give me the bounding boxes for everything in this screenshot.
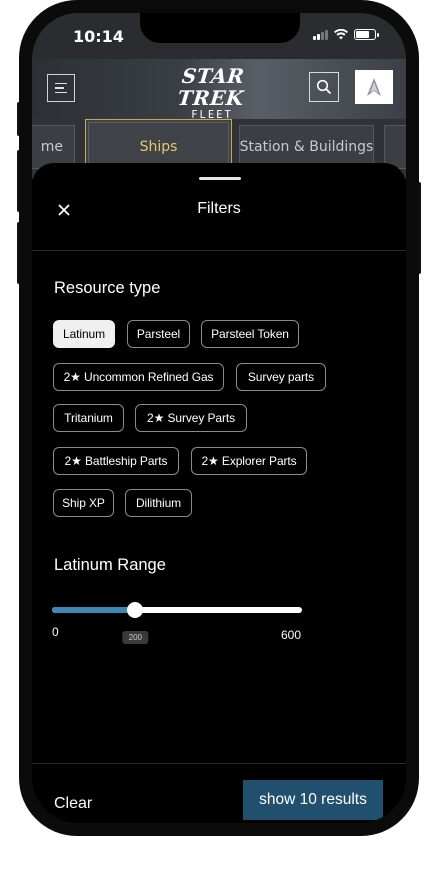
slider-fill — [52, 607, 136, 613]
chip-latinum[interactable]: Latinum — [53, 320, 115, 348]
battery-icon — [354, 29, 379, 40]
phone-frame: 10:14 STAR TREK FLEET me Ships Station &… — [19, 0, 419, 836]
slider-thumb[interactable] — [127, 602, 144, 618]
search-icon — [316, 79, 332, 95]
chip-dilithium[interactable]: Dilithium — [125, 489, 192, 517]
chip-tritanium[interactable]: Tritanium — [53, 404, 124, 432]
chip-parsteel[interactable]: Parsteel — [127, 320, 190, 348]
tab-label: me — [40, 139, 63, 155]
phone-screen: 10:14 STAR TREK FLEET me Ships Station &… — [32, 13, 406, 823]
range-title: Latinum Range — [54, 556, 166, 574]
chip-survey-parts[interactable]: Survey parts — [236, 363, 326, 391]
status-time: 10:14 — [73, 27, 124, 46]
filters-sheet: Filters Resource type Latinum Parsteel P… — [32, 163, 406, 823]
range-max-label: 600 — [281, 628, 302, 642]
range-min-label: 0 — [52, 625, 59, 639]
notch — [140, 13, 300, 43]
latinum-range-slider[interactable] — [52, 602, 302, 618]
search-button[interactable] — [309, 72, 339, 102]
tab-label: Station & Buildings — [239, 139, 374, 155]
menu-button[interactable] — [47, 74, 75, 102]
chip-ship-xp[interactable]: Ship XP — [53, 489, 114, 517]
resource-type-title: Resource type — [54, 279, 161, 297]
signal-icon — [313, 29, 328, 40]
wifi-icon — [334, 29, 348, 40]
chip-2star-survey-parts[interactable]: 2★ Survey Parts — [135, 404, 247, 432]
range-value-badge: 200 — [122, 631, 149, 644]
logo-title: STAR TREK — [176, 64, 246, 110]
chip-explorer-parts[interactable]: 2★ Explorer Parts — [191, 447, 307, 475]
starfleet-delta-icon — [367, 78, 381, 96]
header-divider — [32, 250, 406, 251]
clear-button[interactable]: Clear — [54, 795, 92, 813]
app-header: STAR TREK FLEET COMMAND — [32, 59, 406, 133]
chip-parsteel-token[interactable]: Parsteel Token — [201, 320, 299, 348]
chip-battleship-parts[interactable]: 2★ Battleship Parts — [53, 447, 179, 475]
sheet-drag-handle[interactable] — [199, 177, 241, 180]
footer-divider — [32, 763, 406, 764]
chip-uncommon-refined-gas[interactable]: 2★ Uncommon Refined Gas — [53, 363, 224, 391]
sheet-title: Filters — [197, 200, 241, 217]
status-icons — [313, 29, 379, 40]
avatar[interactable] — [355, 70, 393, 104]
show-results-button[interactable]: show 10 results — [243, 780, 383, 820]
tab-label: Ships — [139, 139, 178, 155]
